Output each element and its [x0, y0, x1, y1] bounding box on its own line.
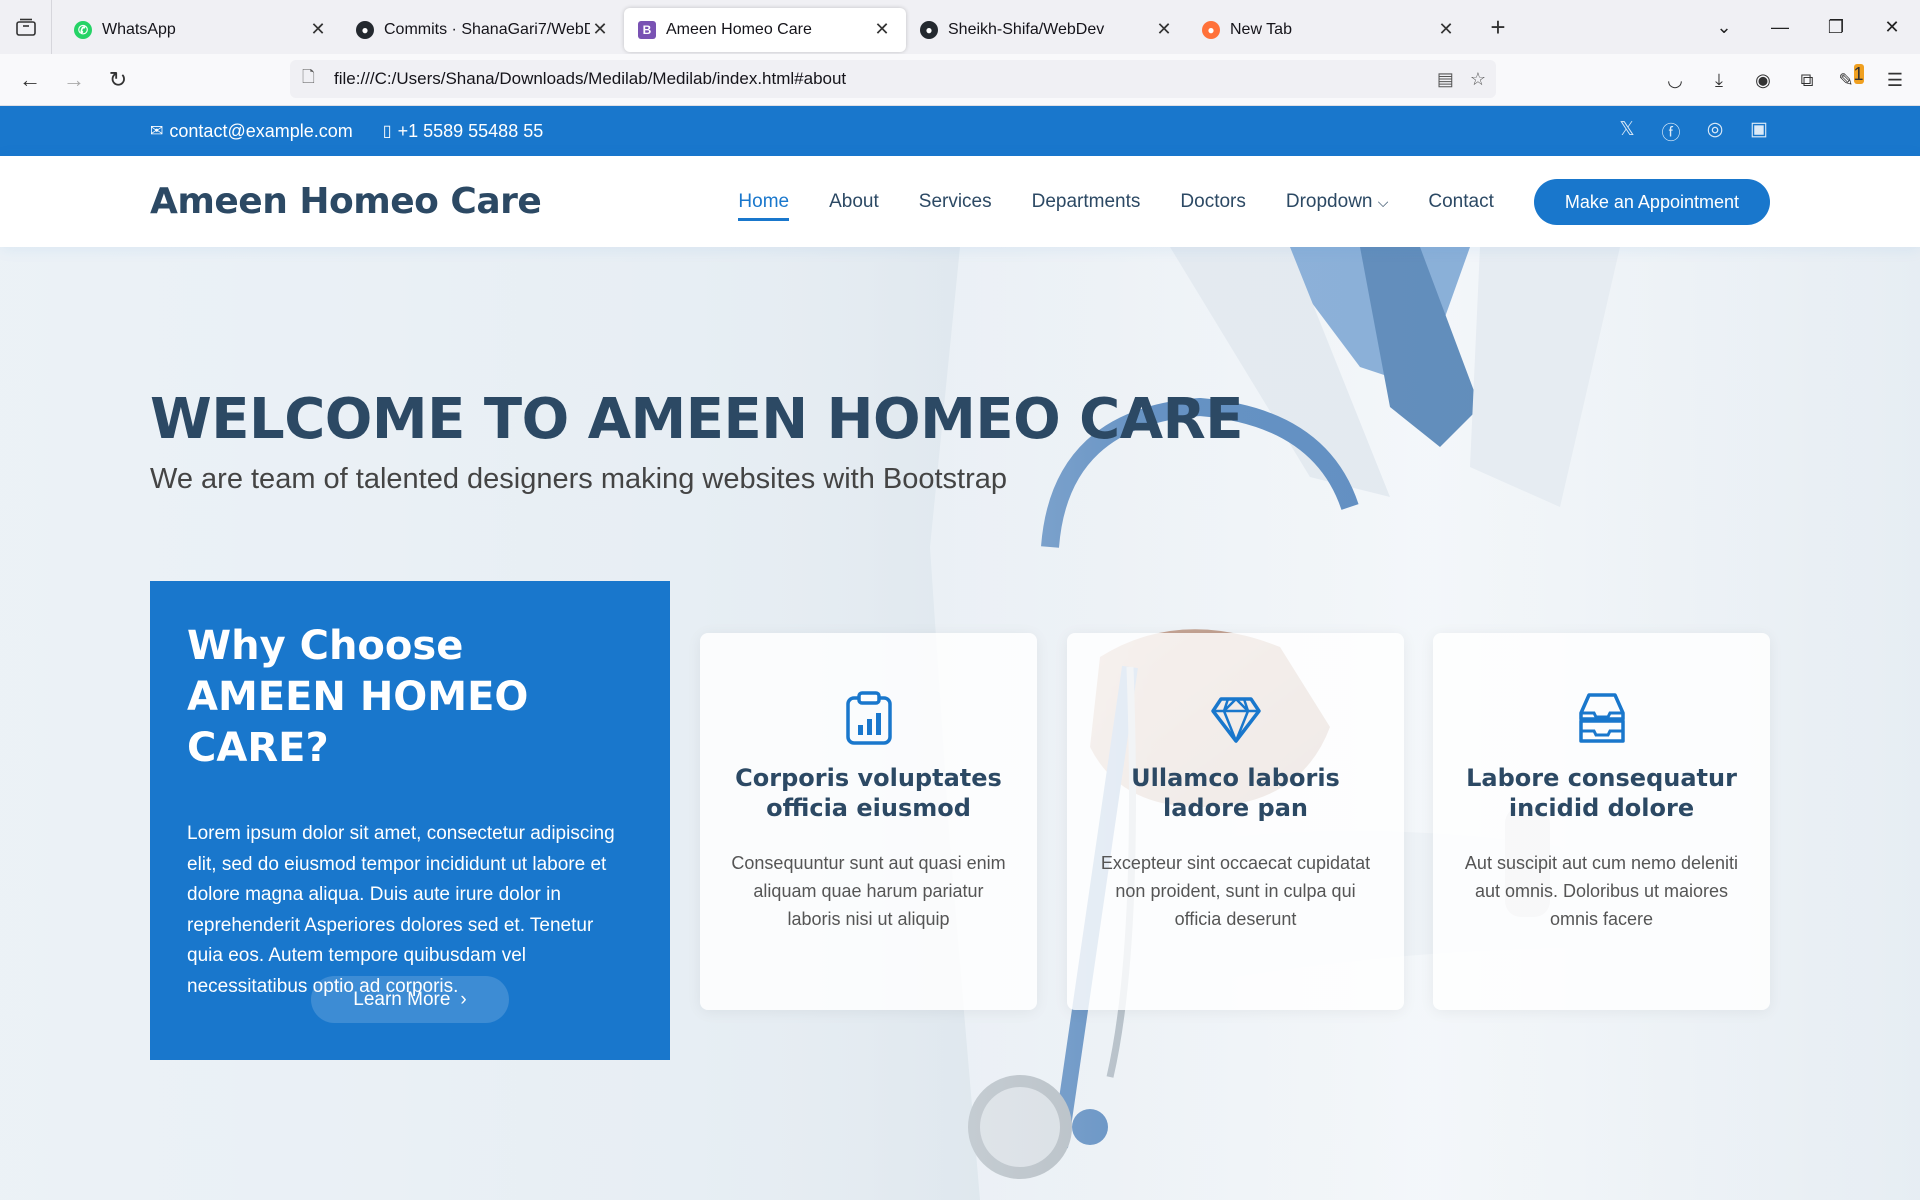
downloads-icon[interactable]: ⤓	[1704, 70, 1734, 91]
hero-subtitle: We are team of talented designers making…	[150, 463, 1008, 495]
browser-tab-strip: ✆ WhatsApp ✕ ● Commits · ShanaGari7/WebD…	[0, 0, 1920, 54]
reader-view-icon[interactable]: ▤	[1437, 69, 1454, 90]
feature-text: Aut suscipit aut cum nemo deleniti aut o…	[1464, 853, 1739, 929]
why-choose-box: Why Choose AMEEN HOMEO CARE? Lorem ipsum…	[150, 581, 670, 1060]
feature-title: Ullamco laboris ladore pan	[1131, 764, 1340, 822]
feature-box-1: Corporis voluptates officia eiusmod Cons…	[700, 633, 1037, 1010]
browser-tab-ameen[interactable]: B Ameen Homeo Care ✕	[624, 7, 906, 52]
nav-services[interactable]: Services	[919, 183, 992, 221]
feature-box-3: Labore consequatur incidid dolore Aut su…	[1433, 633, 1770, 1010]
bootstrap-icon: B	[638, 20, 656, 39]
learn-more-label: Learn More	[353, 988, 451, 1010]
extension-badge: 1	[1853, 63, 1864, 84]
gem-icon	[1210, 691, 1261, 745]
inboxes-icon	[1577, 691, 1627, 745]
email-contact[interactable]: ✉ contact@example.com	[150, 121, 353, 142]
toolbar-right: ◡ ⤓ ◉ ⧉ ✎1 ☰	[1660, 54, 1910, 106]
page-icon: 🗋	[302, 68, 315, 86]
make-appointment-button[interactable]: Make an Appointment	[1533, 178, 1770, 225]
back-arrow-icon[interactable]: ←	[8, 67, 52, 93]
reload-icon[interactable]: ↻	[96, 67, 140, 93]
tab-title: Ameen Homeo Care	[666, 20, 812, 38]
site-logo[interactable]: Ameen Homeo Care	[150, 181, 542, 222]
x-icon[interactable]: 𝕏	[1616, 118, 1638, 145]
phone-text: +1 5589 55488 55	[397, 120, 544, 141]
phone-contact: ▯ +1 5589 55488 55	[383, 121, 543, 142]
linkedin-icon[interactable]: ▣	[1748, 118, 1770, 145]
close-window-icon[interactable]: ✕	[1864, 17, 1920, 38]
extensions-icon[interactable]: ⧉	[1792, 70, 1822, 91]
close-icon[interactable]: ✕	[1436, 19, 1456, 40]
phone-icon: ▯	[382, 123, 392, 140]
close-icon[interactable]: ✕	[308, 19, 328, 40]
browser-tab-sheikh[interactable]: ● Sheikh-Shifa/WebDev ✕	[906, 8, 1188, 52]
browser-tab-newtab[interactable]: ● New Tab ✕	[1188, 8, 1470, 52]
close-icon[interactable]: ✕	[1154, 19, 1174, 40]
why-text: Lorem ipsum dolor sit amet, consectetur …	[187, 823, 615, 997]
whatsapp-icon: ✆	[74, 20, 92, 39]
tab-list-icon[interactable]	[0, 0, 52, 54]
feature-text: Consequuntur sunt aut quasi enim aliquam…	[731, 853, 1006, 929]
browser-nav-bar: ← → ↻ 🗋 file:///C:/Users/Shana/Downloads…	[0, 54, 1920, 106]
envelope-icon: ✉	[150, 123, 164, 140]
chevron-right-icon: ›	[460, 988, 467, 1010]
feature-title: Labore consequatur incidid dolore	[1466, 764, 1737, 822]
url-bar[interactable]: 🗋 file:///C:/Users/Shana/Downloads/Medil…	[290, 60, 1496, 98]
feature-text: Excepteur sint occaecat cupidatat non pr…	[1100, 853, 1371, 929]
window-controls: ⌄ — ❐ ✕	[1696, 0, 1920, 54]
feature-title: Corporis voluptates officia eiusmod	[735, 764, 1002, 822]
firefox-icon: ●	[1202, 20, 1220, 39]
restore-icon[interactable]: ❐	[1808, 17, 1864, 38]
nav-contact[interactable]: Contact	[1428, 183, 1493, 221]
facebook-icon[interactable]: ⓕ	[1660, 118, 1682, 145]
clipboard-data-icon	[844, 691, 894, 745]
minimize-icon[interactable]: —	[1752, 17, 1808, 38]
nav-doctors[interactable]: Doctors	[1180, 183, 1245, 221]
nav-dropdown-label: Dropdown	[1285, 190, 1373, 212]
site-header: Ameen Homeo Care Home About Services Dep…	[0, 156, 1920, 247]
nav-home[interactable]: Home	[738, 183, 789, 221]
extension-icon[interactable]: ✎1	[1836, 63, 1866, 91]
instagram-icon[interactable]: ◎	[1704, 118, 1726, 145]
hero-title: WELCOME TO AMEEN HOMEO CARE	[150, 387, 1244, 452]
forward-arrow-icon[interactable]: →	[52, 67, 96, 93]
social-links: 𝕏 ⓕ ◎ ▣	[1616, 118, 1770, 145]
tab-title: New Tab	[1230, 20, 1292, 38]
menu-icon[interactable]: ☰	[1880, 70, 1910, 91]
close-icon[interactable]: ✕	[872, 19, 892, 40]
learn-more-button[interactable]: Learn More ›	[311, 976, 509, 1023]
chevron-down-icon: ⌵	[1377, 193, 1389, 210]
hero-section: WELCOME TO AMEEN HOMEO CARE We are team …	[0, 247, 1920, 1200]
browser-tab-commits[interactable]: ● Commits · ShanaGari7/WebDev ✕	[342, 8, 624, 52]
new-tab-plus-icon[interactable]: +	[1478, 12, 1518, 43]
github-icon: ●	[920, 20, 938, 39]
why-heading: Why Choose AMEEN HOMEO CARE?	[187, 623, 529, 771]
tab-title: WhatsApp	[102, 20, 176, 38]
feature-box-2: Ullamco laboris ladore pan Excepteur sin…	[1067, 633, 1404, 1010]
topbar: ✉ contact@example.com ▯ +1 5589 55488 55…	[0, 106, 1920, 156]
github-icon: ●	[356, 20, 374, 39]
nav-departments[interactable]: Departments	[1032, 183, 1141, 221]
tab-title: Sheikh-Shifa/WebDev	[948, 20, 1105, 38]
nav-about[interactable]: About	[829, 183, 879, 221]
tab-title: Commits · ShanaGari7/WebDev	[384, 20, 590, 38]
close-icon[interactable]: ✕	[590, 19, 610, 40]
nav-dropdown[interactable]: Dropdown ⌵	[1286, 183, 1389, 221]
browser-tab-whatsapp[interactable]: ✆ WhatsApp ✕	[60, 8, 342, 52]
bookmark-star-icon[interactable]: ☆	[1470, 69, 1486, 90]
email-text: contact@example.com	[169, 120, 353, 141]
main-nav: Home About Services Departments Doctors …	[698, 183, 1494, 221]
pocket-icon[interactable]: ◡	[1660, 70, 1690, 91]
account-icon[interactable]: ◉	[1748, 70, 1778, 91]
chevron-down-icon[interactable]: ⌄	[1696, 17, 1752, 38]
website: ✉ contact@example.com ▯ +1 5589 55488 55…	[0, 106, 1920, 1200]
url-text: file:///C:/Users/Shana/Downloads/Medilab…	[334, 69, 847, 88]
